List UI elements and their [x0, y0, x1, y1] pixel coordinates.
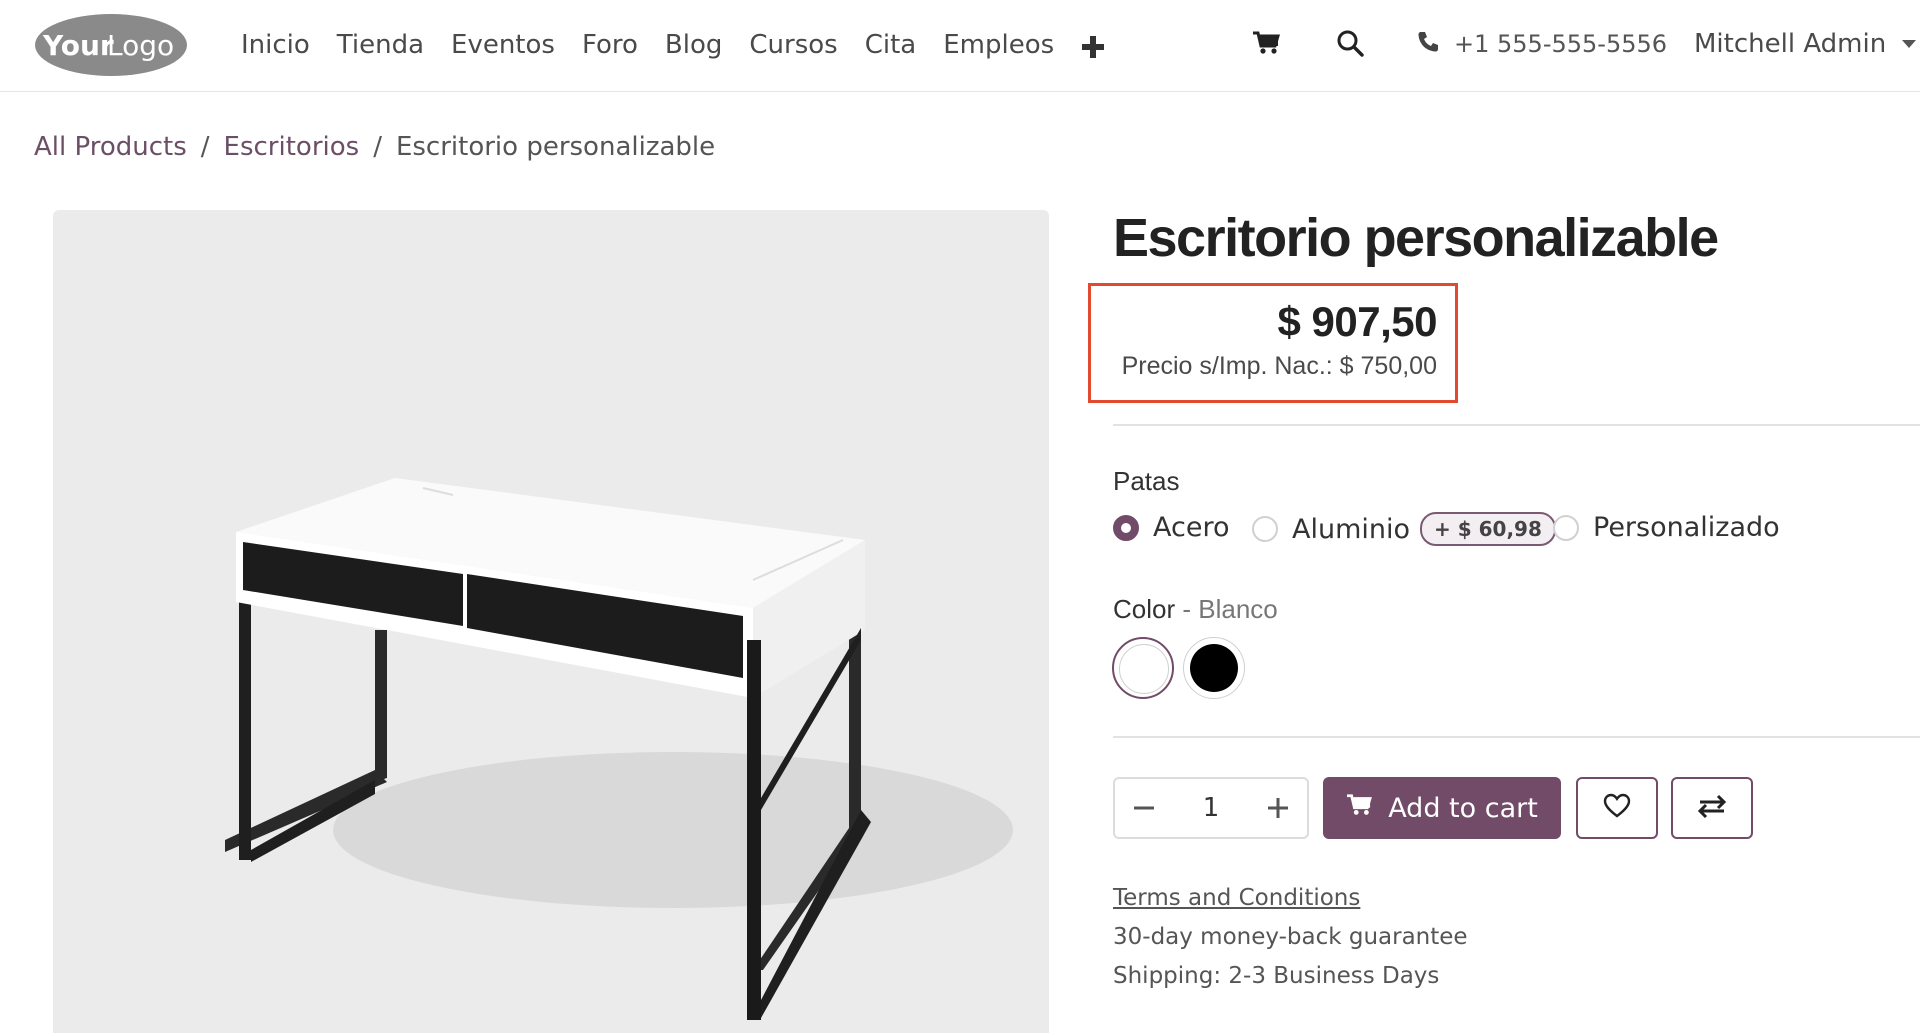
breadcrumb-current: Escritorio personalizable [395, 132, 716, 162]
breadcrumb: All Products / Escritorios / Escritorio … [34, 132, 715, 162]
search-icon[interactable] [1336, 29, 1364, 61]
caret-down-icon [1902, 40, 1917, 48]
radio-label: Personalizado [1593, 512, 1780, 543]
radio-option-aluminio[interactable]: Aluminio + $ 60,98 [1252, 512, 1556, 546]
divider [1113, 424, 1920, 426]
radio-label: Acero [1153, 512, 1230, 543]
nav-item-cita[interactable]: Cita [865, 0, 917, 90]
nav-item-eventos[interactable]: Eventos [451, 0, 555, 90]
cart-icon[interactable] [1252, 30, 1281, 60]
product-price: $ 907,50 [1277, 298, 1438, 345]
color-swatch-white[interactable] [1112, 637, 1174, 699]
quantity-stepper [1113, 777, 1309, 839]
desk-illustration [225, 478, 1013, 1020]
nav-item-blog[interactable]: Blog [665, 0, 722, 90]
add-to-cart-button[interactable]: Add to cart [1323, 777, 1561, 839]
svg-text:Your: Your [42, 29, 114, 62]
breadcrumb-all-products[interactable]: All Products [34, 132, 187, 162]
shipping-text: Shipping: 2-3 Business Days [1113, 963, 1440, 989]
breadcrumb-escritorios[interactable]: Escritorios [224, 132, 360, 162]
nav-item-empleos[interactable]: Empleos [943, 0, 1054, 90]
compare-button[interactable] [1671, 777, 1753, 839]
user-name: Mitchell Admin [1694, 29, 1887, 59]
color-label: Color - Blanco [1113, 594, 1278, 625]
heart-icon [1603, 793, 1631, 823]
radio-button[interactable] [1252, 516, 1278, 542]
add-to-cart-label: Add to cart [1388, 792, 1538, 824]
exchange-icon [1697, 794, 1727, 822]
svg-text:Logo: Logo [107, 29, 174, 62]
user-menu[interactable]: Mitchell Admin [1694, 0, 1917, 88]
site-logo[interactable]: Your Logo [33, 12, 189, 78]
nav-item-tienda[interactable]: Tienda [337, 0, 424, 90]
price-highlight-box: $ 907,50 Precio s/Imp. Nac.: $ 750,00 [1088, 283, 1458, 403]
add-page-icon[interactable] [1081, 0, 1105, 90]
nav-item-inicio[interactable]: Inicio [241, 0, 310, 90]
guarantee-text: 30-day money-back guarantee [1113, 924, 1468, 950]
price-tax-note: Precio s/Imp. Nac.: $ 750,00 [1121, 352, 1437, 380]
price-extra-badge: + $ 60,98 [1420, 512, 1556, 546]
cart-icon [1346, 793, 1373, 824]
quantity-input[interactable] [1173, 779, 1249, 837]
minus-icon[interactable] [1115, 779, 1173, 837]
radio-button[interactable] [1553, 514, 1579, 541]
wishlist-button[interactable] [1576, 777, 1658, 839]
color-selected-value: Blanco [1198, 594, 1278, 624]
color-label-text: Color [1113, 594, 1176, 624]
phone-icon [1416, 30, 1440, 58]
terms-and-conditions-link[interactable]: Terms and Conditions [1113, 885, 1360, 911]
site-header: Your Logo Inicio Tienda Eventos Foro Blo… [0, 0, 1920, 92]
legs-label: Patas [1113, 466, 1180, 496]
product-title: Escritorio personalizable [1113, 208, 1719, 268]
plus-icon[interactable] [1249, 779, 1307, 837]
radio-button[interactable] [1113, 514, 1139, 541]
radio-option-acero[interactable]: Acero [1113, 512, 1229, 543]
nav-item-cursos[interactable]: Cursos [749, 0, 837, 90]
phone-number[interactable]: +1 555-555-5556 [1454, 0, 1667, 88]
breadcrumb-separator: / [373, 132, 382, 162]
breadcrumb-separator: / [200, 132, 210, 162]
main-nav: Inicio Tienda Eventos Foro Blog Cursos C… [241, 0, 1105, 90]
color-label-separator: - [1175, 594, 1199, 624]
product-image[interactable] [53, 210, 1049, 1033]
color-swatch-black[interactable] [1183, 637, 1245, 699]
divider [1113, 736, 1920, 738]
nav-item-foro[interactable]: Foro [582, 0, 638, 90]
radio-label: Aluminio [1292, 513, 1411, 545]
radio-option-personalizado[interactable]: Personalizado [1553, 512, 1780, 543]
